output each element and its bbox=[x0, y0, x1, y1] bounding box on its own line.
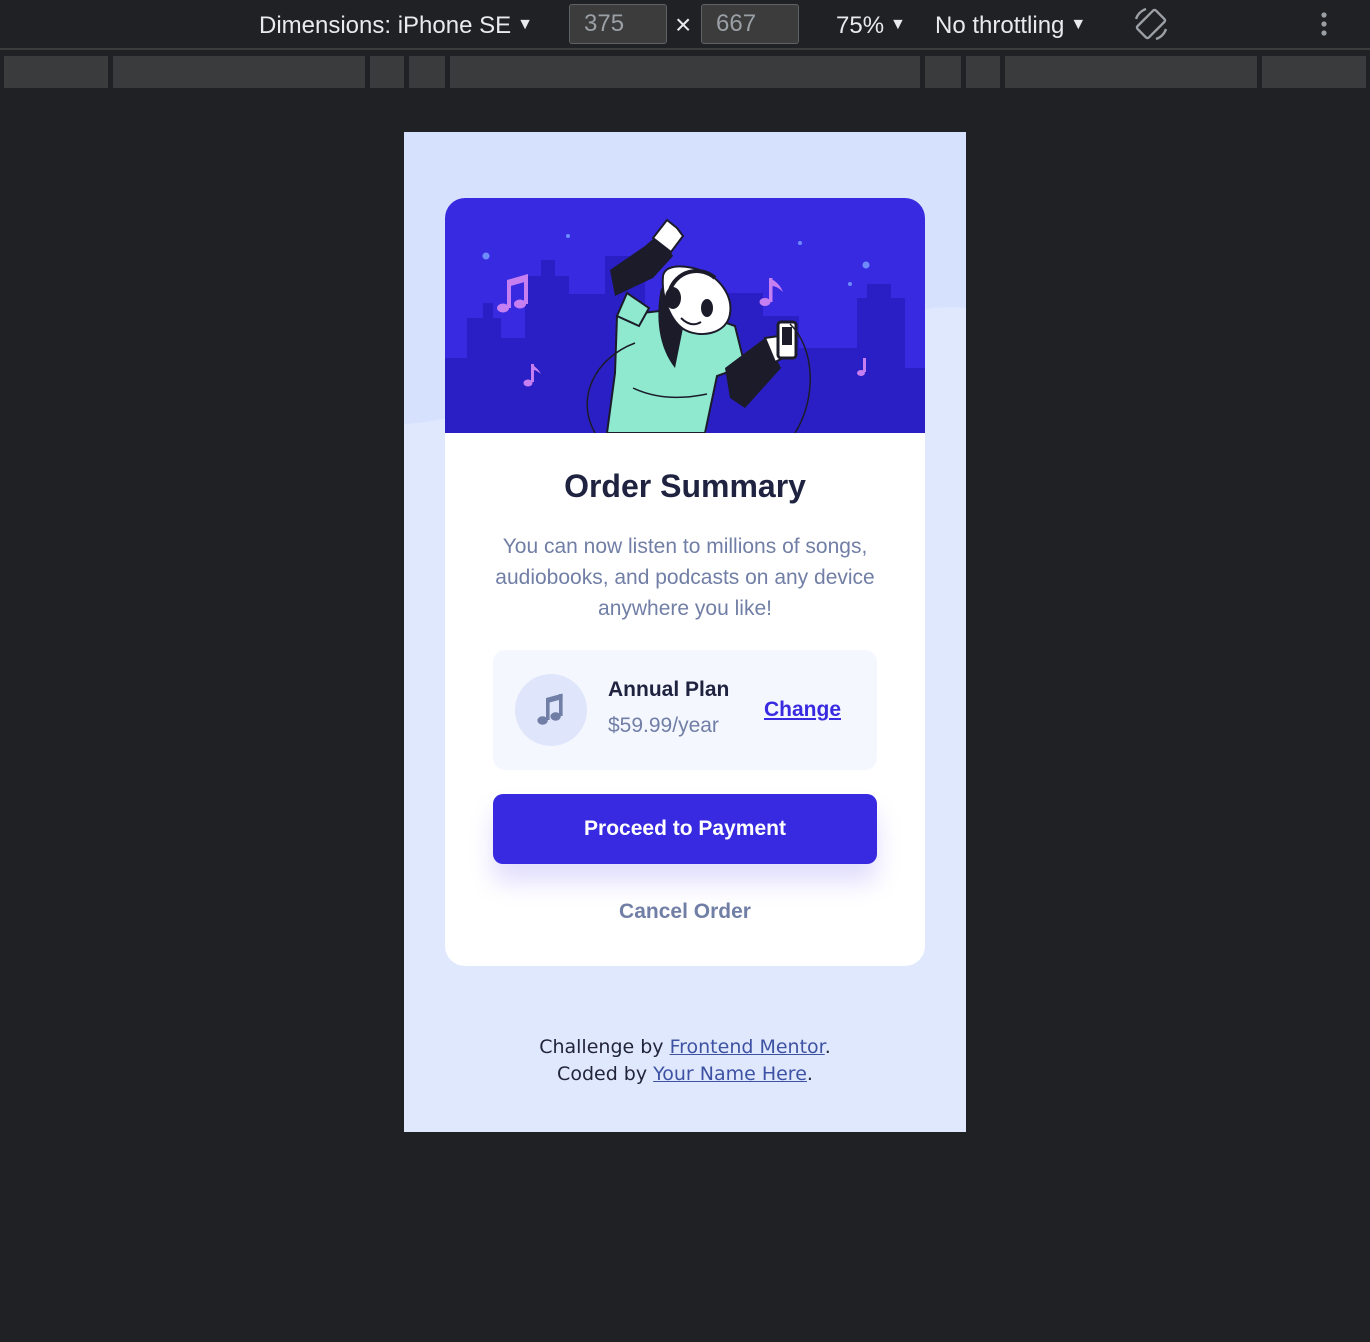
dimensions-label: Dimensions: iPhone SE bbox=[259, 12, 512, 39]
rotate-icon[interactable] bbox=[1132, 5, 1170, 43]
plan-box: Annual Plan $59.99/year Change bbox=[493, 650, 877, 770]
chevron-down-icon: ▼ bbox=[1070, 16, 1087, 33]
media-query-segment[interactable] bbox=[925, 56, 961, 88]
zoom-dropdown[interactable]: 75% ▼ bbox=[836, 8, 906, 42]
plan-price: $59.99/year bbox=[608, 714, 719, 737]
card-title: Order Summary bbox=[564, 468, 806, 504]
device-toolbar: Dimensions: iPhone SE ▼ 375 × 667 75% ▼ No… bbox=[0, 0, 1370, 50]
cancel-order-button[interactable]: Cancel Order bbox=[445, 900, 925, 924]
height-input[interactable]: 667 bbox=[701, 4, 799, 44]
attribution-text: Challenge by bbox=[539, 1036, 670, 1058]
music-note-icon bbox=[537, 693, 563, 725]
width-input[interactable]: 375 bbox=[569, 4, 667, 44]
throttling-label: No throttling bbox=[935, 12, 1065, 39]
attribution-text: Coded by bbox=[557, 1063, 654, 1085]
plan-icon-circle bbox=[515, 674, 587, 746]
zoom-label: 75% bbox=[836, 12, 885, 39]
attribution-text: . bbox=[806, 1063, 813, 1085]
author-link[interactable]: Your Name Here bbox=[653, 1063, 807, 1085]
chevron-down-icon: ▼ bbox=[517, 16, 533, 33]
kebab-menu-icon[interactable] bbox=[1314, 10, 1334, 40]
attribution-line-challenge: Challenge by Frontend Mentor. bbox=[404, 1034, 966, 1061]
card-description: You can now listen to millions of songs,… bbox=[495, 535, 875, 620]
media-query-segment[interactable] bbox=[1262, 56, 1366, 88]
throttling-dropdown[interactable]: No throttling ▼ bbox=[935, 8, 1086, 42]
media-query-segment[interactable] bbox=[113, 56, 365, 88]
times-icon: × bbox=[675, 9, 692, 40]
chevron-down-icon: ▼ bbox=[890, 16, 906, 33]
media-query-bar bbox=[4, 56, 1366, 88]
media-query-segment[interactable] bbox=[966, 56, 1000, 88]
frontend-mentor-link[interactable]: Frontend Mentor bbox=[670, 1036, 825, 1058]
device-viewport: Order Summary You can now listen to mill… bbox=[404, 132, 966, 1132]
plan-name: Annual Plan bbox=[608, 678, 730, 701]
media-query-segment[interactable] bbox=[450, 56, 920, 88]
order-summary-card: Order Summary You can now listen to mill… bbox=[445, 198, 925, 966]
attribution: Challenge by Frontend Mentor. Coded by Y… bbox=[404, 1034, 966, 1088]
media-query-segment[interactable] bbox=[1005, 56, 1257, 88]
attribution-text: . bbox=[824, 1036, 831, 1058]
proceed-to-payment-button[interactable]: Proceed to Payment bbox=[493, 794, 877, 864]
media-query-segment[interactable] bbox=[370, 56, 404, 88]
media-query-segment[interactable] bbox=[409, 56, 445, 88]
attribution-line-coded: Coded by Your Name Here. bbox=[404, 1061, 966, 1088]
hero-illustration bbox=[445, 198, 925, 433]
media-query-segment[interactable] bbox=[4, 56, 108, 88]
change-plan-link[interactable]: Change bbox=[764, 698, 841, 722]
dimensions-dropdown[interactable]: Dimensions: iPhone SE ▼ bbox=[259, 8, 533, 42]
